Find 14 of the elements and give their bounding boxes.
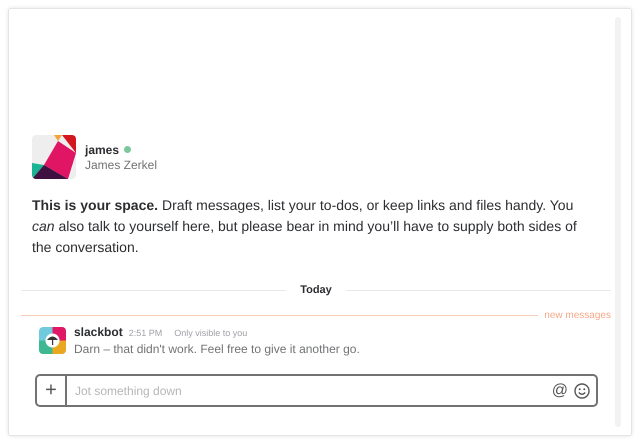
username[interactable]: james xyxy=(85,142,120,156)
add-button[interactable]: + xyxy=(37,376,67,405)
smiley-icon xyxy=(574,382,590,398)
visibility-note: Only visible to you xyxy=(174,328,248,338)
day-divider: Today xyxy=(300,284,332,296)
bot-avatar-icon xyxy=(39,327,66,354)
new-messages-label: new messages xyxy=(544,310,611,321)
mention-button[interactable]: @ xyxy=(548,376,572,405)
avatar-icon xyxy=(32,135,76,179)
message-input[interactable]: + Jot something down @ xyxy=(35,374,598,407)
intro-text: This is your space. Draft messages, list your to-dos, or keep links and files handy. You can also talk to yourself here, but please bear in mind you’ll have to supply both sides of the conversation. xyxy=(32,196,578,257)
message-text: Darn – that didn't work. Feel free to give it another go. xyxy=(74,342,360,356)
full-name: James Zerkel xyxy=(85,158,158,172)
sender-name[interactable]: slackbot xyxy=(74,325,123,339)
